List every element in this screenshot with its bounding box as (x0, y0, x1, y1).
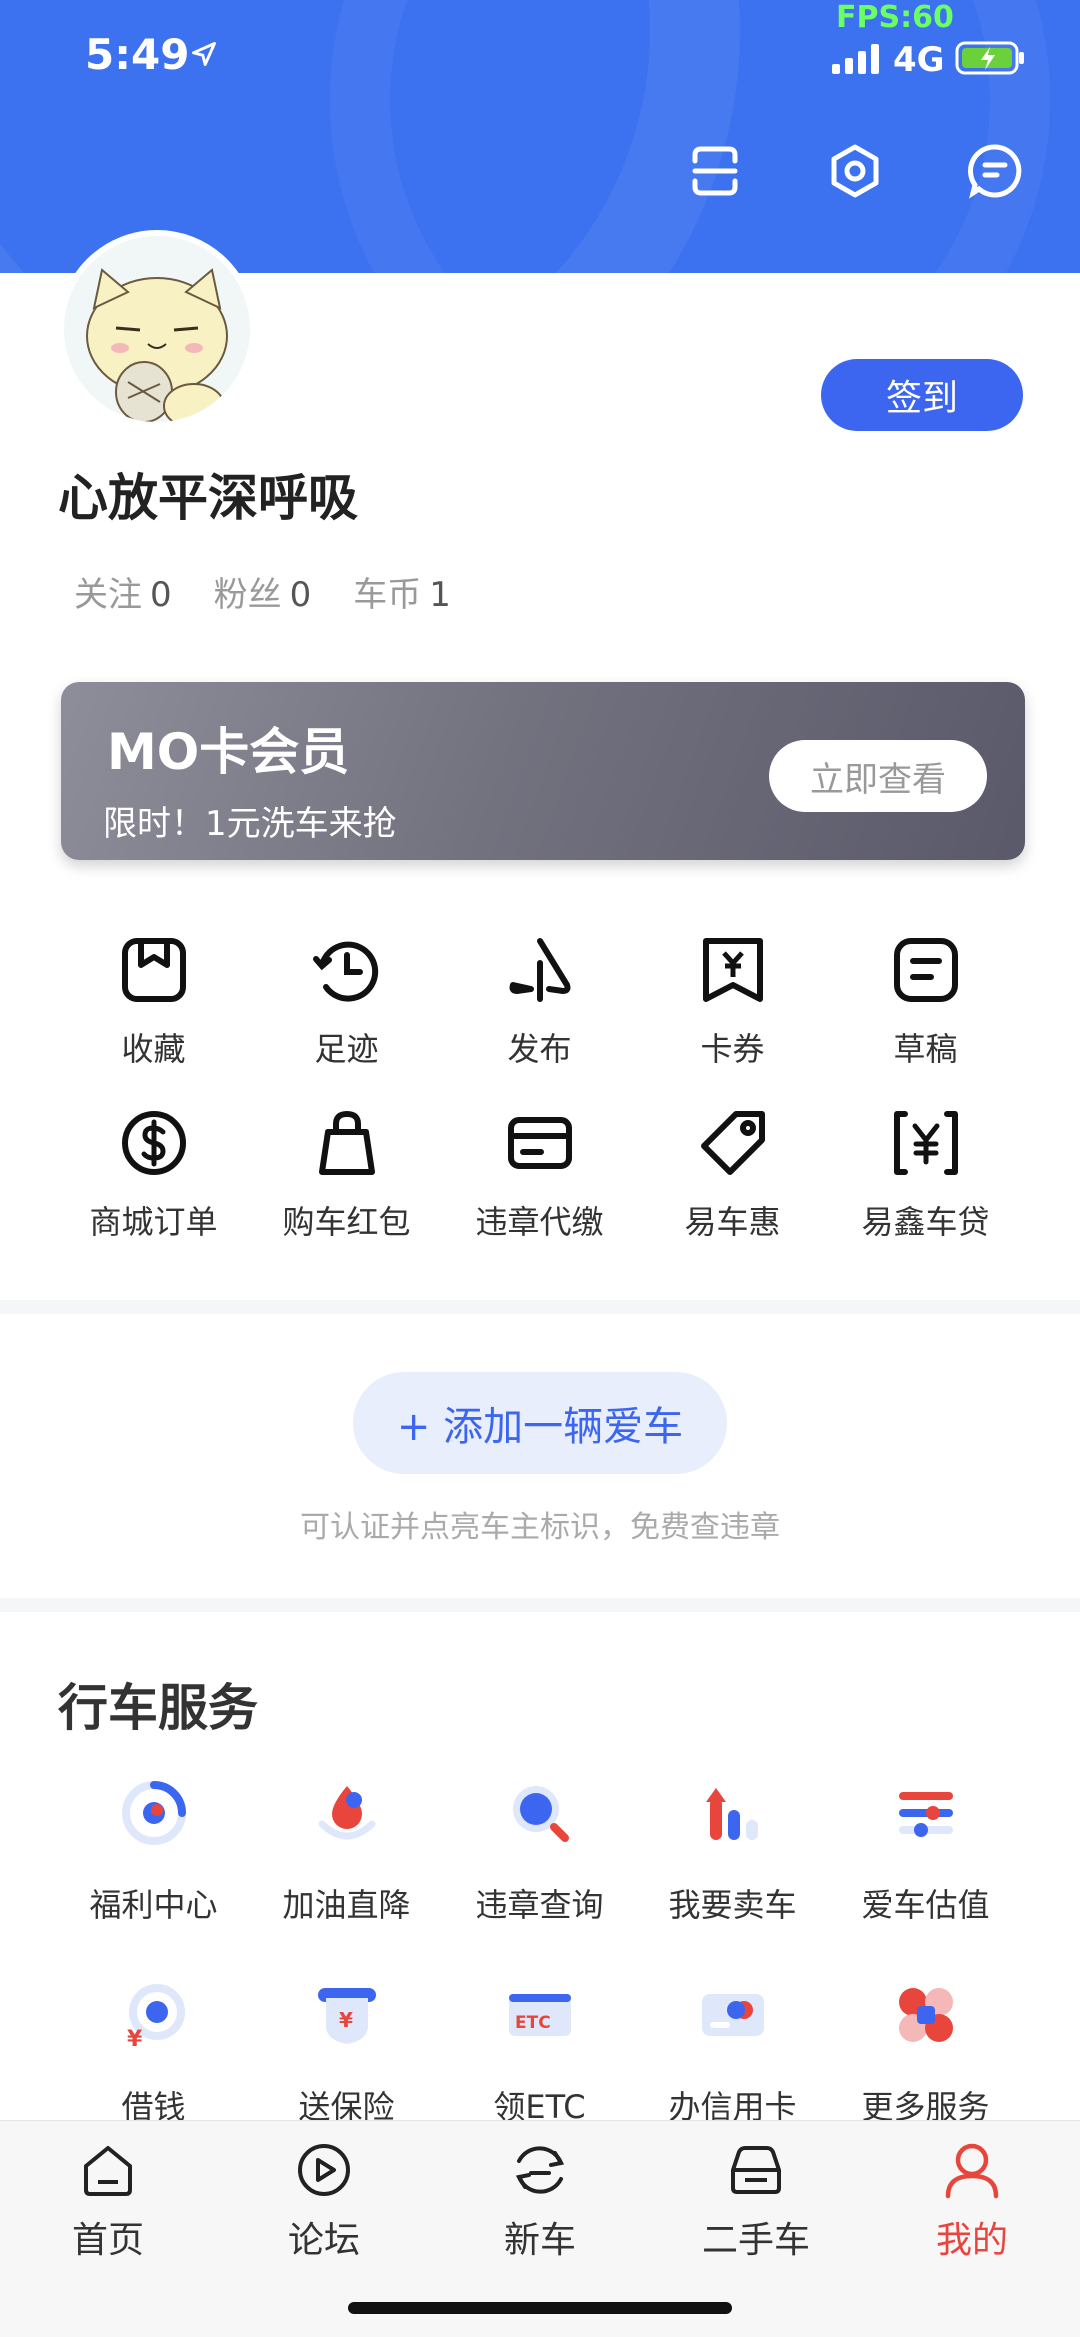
tab-home[interactable]: 首页 (0, 2135, 216, 2263)
welfare-icon (109, 1768, 199, 1858)
service-insurance[interactable]: ¥ 送保险 (250, 1970, 443, 2128)
svg-text:¥: ¥ (339, 2008, 353, 2032)
stat-followers[interactable]: 粉丝 0 (214, 567, 312, 616)
history-icon (307, 930, 387, 1010)
search-icon (495, 1768, 585, 1858)
tab-forum[interactable]: 论坛 (216, 2135, 432, 2263)
service-welfare-center[interactable]: 福利中心 (57, 1768, 250, 1926)
card-icon (500, 1103, 580, 1183)
action-drafts[interactable]: 草稿 (829, 930, 1022, 1070)
service-car-valuation[interactable]: 爱车估值 (829, 1768, 1022, 1926)
home-icon (73, 2135, 143, 2205)
message-icon[interactable] (964, 140, 1026, 202)
tab-new-car[interactable]: 新车 (432, 2135, 648, 2263)
profile-page: 5:49 FPS:60 4G 签到 心放平深呼吸 关注 0 粉丝 0 车币 1 … (0, 0, 1080, 2337)
status-time: 5:49 (85, 30, 190, 79)
action-favorites[interactable]: 收藏 (57, 930, 250, 1070)
newcar-icon (505, 2135, 575, 2205)
checkin-button[interactable]: 签到 (821, 359, 1023, 431)
mo-card-subtitle: 限时！1元洗车来抢 (103, 804, 397, 844)
bookmark-icon (114, 930, 194, 1010)
dollar-icon (114, 1103, 194, 1183)
settings-icon[interactable] (824, 140, 886, 202)
mo-card-title: MO卡会员 (107, 723, 350, 781)
fuel-icon (302, 1768, 392, 1858)
profile-icon (937, 2135, 1007, 2205)
tag-icon (693, 1103, 773, 1183)
service-etc[interactable]: ETC 领ETC (443, 1970, 636, 2128)
sell-icon (688, 1768, 778, 1858)
action-coupons[interactable]: 卡券 (636, 930, 829, 1070)
service-violation-query[interactable]: 违章查询 (443, 1768, 636, 1926)
battery-icon (955, 41, 1025, 79)
add-car-button[interactable]: + 添加一辆爱车 (353, 1372, 727, 1474)
creditcard-icon (688, 1970, 778, 2060)
bag-icon (307, 1103, 387, 1183)
username: 心放平深呼吸 (58, 469, 358, 527)
fps-counter: FPS:60 (836, 0, 954, 35)
action-yiche-deals[interactable]: 易车惠 (636, 1103, 829, 1243)
action-violation-payment[interactable]: 违章代缴 (443, 1103, 636, 1243)
service-sell-car[interactable]: 我要卖车 (636, 1768, 829, 1926)
mo-card-view-button[interactable]: 立即查看 (769, 740, 987, 812)
service-borrow-money[interactable]: ¥ 借钱 (57, 1970, 250, 2128)
mo-card-banner[interactable]: MO卡会员 限时！1元洗车来抢 立即查看 (61, 682, 1025, 860)
more-icon (881, 1970, 971, 2060)
insurance-icon: ¥ (302, 1970, 392, 2060)
action-car-loan[interactable]: 易鑫车贷 (829, 1103, 1022, 1243)
location-arrow-icon (190, 40, 218, 72)
action-history[interactable]: 足迹 (250, 930, 443, 1070)
section-divider (0, 1598, 1080, 1612)
tab-used-car[interactable]: 二手车 (648, 2135, 864, 2263)
draft-icon (886, 930, 966, 1010)
stat-following[interactable]: 关注 0 (74, 567, 172, 616)
publish-icon (500, 930, 580, 1010)
service-credit-card[interactable]: 办信用卡 (636, 1970, 829, 2128)
tab-my[interactable]: 我的 (864, 2135, 1080, 2263)
service-fuel-discount[interactable]: 加油直降 (250, 1768, 443, 1926)
etc-icon: ETC (495, 1970, 585, 2060)
action-mall-orders[interactable]: 商城订单 (57, 1103, 250, 1243)
action-publish[interactable]: 发布 (443, 930, 636, 1070)
status-bar: 5:49 FPS:60 4G (0, 0, 1080, 120)
section-divider (0, 1300, 1080, 1314)
service-more[interactable]: 更多服务 (829, 1970, 1022, 2128)
scan-icon[interactable] (684, 140, 746, 202)
loan-icon: ¥ (109, 1970, 199, 2060)
home-indicator (348, 2302, 732, 2314)
profile-stats: 关注 0 粉丝 0 车币 1 (74, 567, 451, 616)
yen-icon (886, 1103, 966, 1183)
coupon-icon (693, 930, 773, 1010)
avatar[interactable] (58, 230, 256, 428)
add-car-hint: 可认证并点亮车主标识，免费查违章 (300, 1510, 780, 1545)
forum-icon (289, 2135, 359, 2205)
etc-badge-text: ETC (515, 2013, 551, 2033)
signal-icon (832, 44, 884, 78)
valuation-icon (881, 1768, 971, 1858)
usedcar-icon (721, 2135, 791, 2205)
svg-text:¥: ¥ (127, 2027, 143, 2050)
services-title: 行车服务 (58, 1679, 258, 1737)
stat-coins[interactable]: 车币 1 (353, 567, 451, 616)
action-car-red-envelope[interactable]: 购车红包 (250, 1103, 443, 1243)
network-type: 4G (893, 40, 945, 80)
